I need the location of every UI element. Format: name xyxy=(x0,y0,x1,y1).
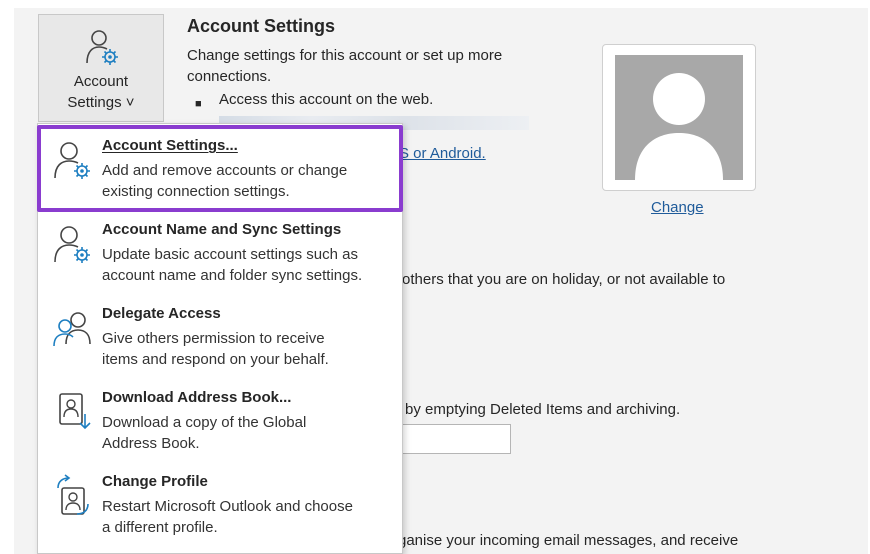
menu-item-delegate-access[interactable]: Delegate Access Give others permission t… xyxy=(38,296,402,380)
menu-item-title: Download Address Book... xyxy=(102,389,292,406)
section-description: Change settings for this account or set … xyxy=(187,45,557,87)
bullet-icon: ■ xyxy=(195,98,202,110)
menu-item-description: existing connection settings. xyxy=(102,183,290,200)
rules-description: ganise your incoming email messages, and… xyxy=(398,532,739,549)
account-settings-icon xyxy=(52,138,92,182)
holiday-description: others that you are on holiday, or not a… xyxy=(402,271,726,288)
change-profile-icon xyxy=(52,474,92,518)
address-book-icon xyxy=(52,390,92,434)
ios-android-link[interactable]: S or Android. xyxy=(399,145,486,162)
account-button-label: Account xyxy=(73,73,129,90)
menu-item-account-name-sync[interactable]: Account Name and Sync Settings Update ba… xyxy=(38,212,402,296)
menu-item-description: Update basic account settings such as xyxy=(102,246,358,263)
menu-item-description: account name and folder sync settings. xyxy=(102,267,363,284)
mailbox-description: ox by emptying Deleted Items and archivi… xyxy=(385,401,681,418)
menu-item-description: Restart Microsoft Outlook and choose xyxy=(102,498,353,515)
section-title: Account Settings xyxy=(187,16,336,36)
menu-item-account-settings[interactable]: Account Settings... Add and remove accou… xyxy=(38,128,402,212)
profile-photo xyxy=(602,44,756,191)
description-line-2: connections. xyxy=(187,68,272,85)
menu-item-description: Download a copy of the Global xyxy=(102,414,307,431)
menu-item-title: Change Profile xyxy=(102,473,208,490)
account-sync-icon xyxy=(52,222,92,266)
menu-item-description: Give others permission to receive xyxy=(102,330,325,347)
account-button-dropdown-label: Settings ˅ xyxy=(67,94,135,111)
menu-item-download-address-book[interactable]: Download Address Book... Download a copy… xyxy=(38,380,402,464)
menu-item-title: Delegate Access xyxy=(102,305,221,322)
description-line-1: Change settings for this account or set … xyxy=(187,47,503,64)
account-settings-menu: Account Settings... Add and remove accou… xyxy=(37,123,403,554)
change-photo-link[interactable]: Change xyxy=(651,199,704,216)
account-settings-button[interactable]: Account Settings ˅ xyxy=(38,14,164,122)
web-access-text: Access this account on the web. xyxy=(219,91,434,108)
avatar xyxy=(615,55,743,180)
menu-item-description: items and respond on your behalf. xyxy=(102,351,329,368)
delegate-icon xyxy=(52,306,92,350)
menu-item-change-profile[interactable]: Change Profile Restart Microsoft Outlook… xyxy=(38,464,402,548)
menu-item-description: Add and remove accounts or change xyxy=(102,162,348,179)
mailbox-size-field xyxy=(400,424,511,454)
menu-item-description: a different profile. xyxy=(102,519,218,536)
menu-item-title: Account Name and Sync Settings xyxy=(102,221,342,238)
account-settings-icon xyxy=(85,27,119,72)
menu-item-title: Account Settings... xyxy=(102,137,238,154)
menu-item-description: Address Book. xyxy=(102,435,200,452)
